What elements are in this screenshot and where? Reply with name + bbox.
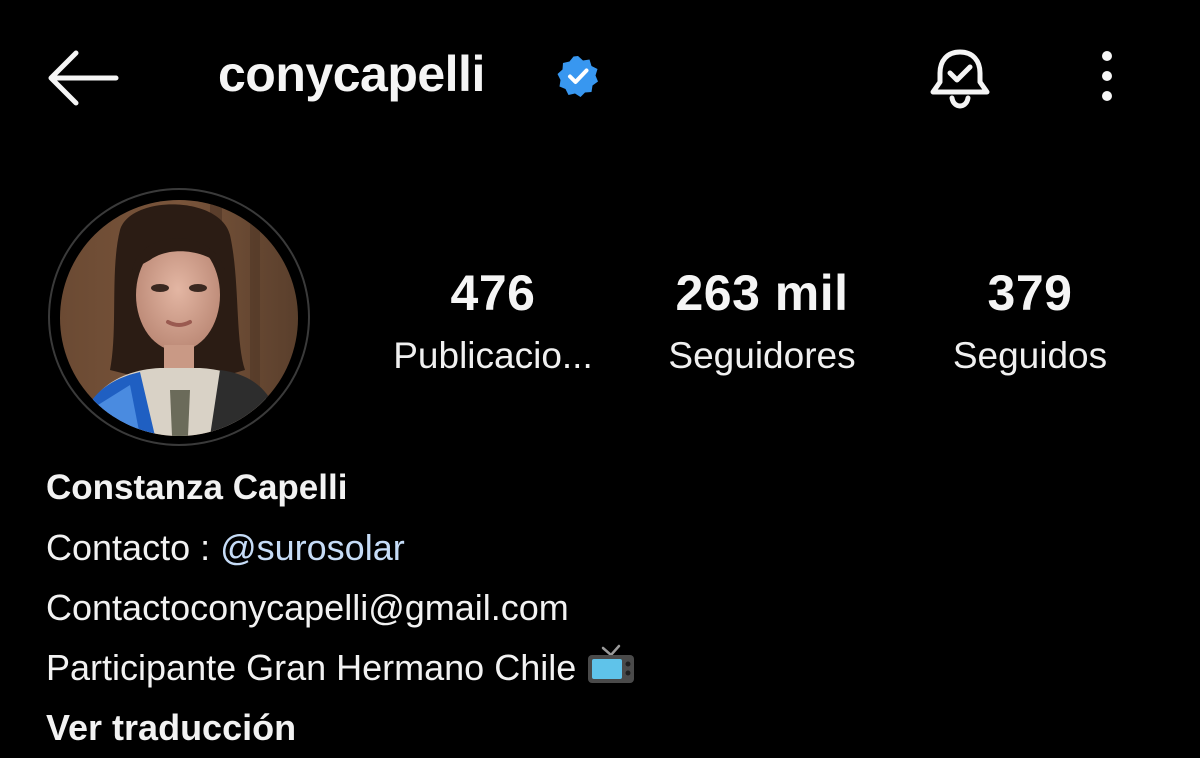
contact-mention-link[interactable]: @surosolar xyxy=(220,527,405,568)
followers-label: Seguidores xyxy=(668,335,856,376)
bio-description-line: Participante Gran Hermano Chile xyxy=(46,638,1146,698)
profile-avatar[interactable] xyxy=(48,188,316,450)
avatar-photo xyxy=(60,200,298,436)
followers-stat[interactable]: 263 mil Seguidores xyxy=(640,262,884,380)
posts-count: 476 xyxy=(450,265,536,321)
notifications-button[interactable] xyxy=(926,44,994,112)
television-icon xyxy=(586,644,636,686)
see-translation-link[interactable]: Ver traducción xyxy=(46,698,1146,758)
arrow-left-icon xyxy=(48,50,119,106)
profile-bio: Constanza Capelli Contacto : @surosolar … xyxy=(46,458,1146,758)
bell-check-icon xyxy=(930,49,990,109)
profile-header: conycapelli xyxy=(0,0,1200,150)
profile-username: conycapelli xyxy=(218,46,485,102)
following-label: Seguidos xyxy=(952,335,1108,376)
posts-stat[interactable]: 476 Publicacio... xyxy=(372,262,614,380)
bio-description: Participante Gran Hermano Chile xyxy=(46,647,577,688)
verified-badge-icon xyxy=(556,54,600,98)
profile-display-name: Constanza Capelli xyxy=(46,468,348,507)
back-button[interactable] xyxy=(44,45,120,111)
more-vertical-icon xyxy=(1102,51,1112,101)
following-stat[interactable]: 379 Seguidos xyxy=(932,262,1128,380)
bio-contact-line: Contacto : @surosolar xyxy=(46,518,1146,578)
more-options-button[interactable] xyxy=(1090,48,1124,104)
bio-email: Contactoconycapelli@gmail.com xyxy=(46,587,569,628)
contact-prefix: Contacto : xyxy=(46,527,221,568)
followers-count: 263 mil xyxy=(675,265,849,321)
posts-label: Publicacio... xyxy=(393,335,593,376)
following-count: 379 xyxy=(987,265,1073,321)
